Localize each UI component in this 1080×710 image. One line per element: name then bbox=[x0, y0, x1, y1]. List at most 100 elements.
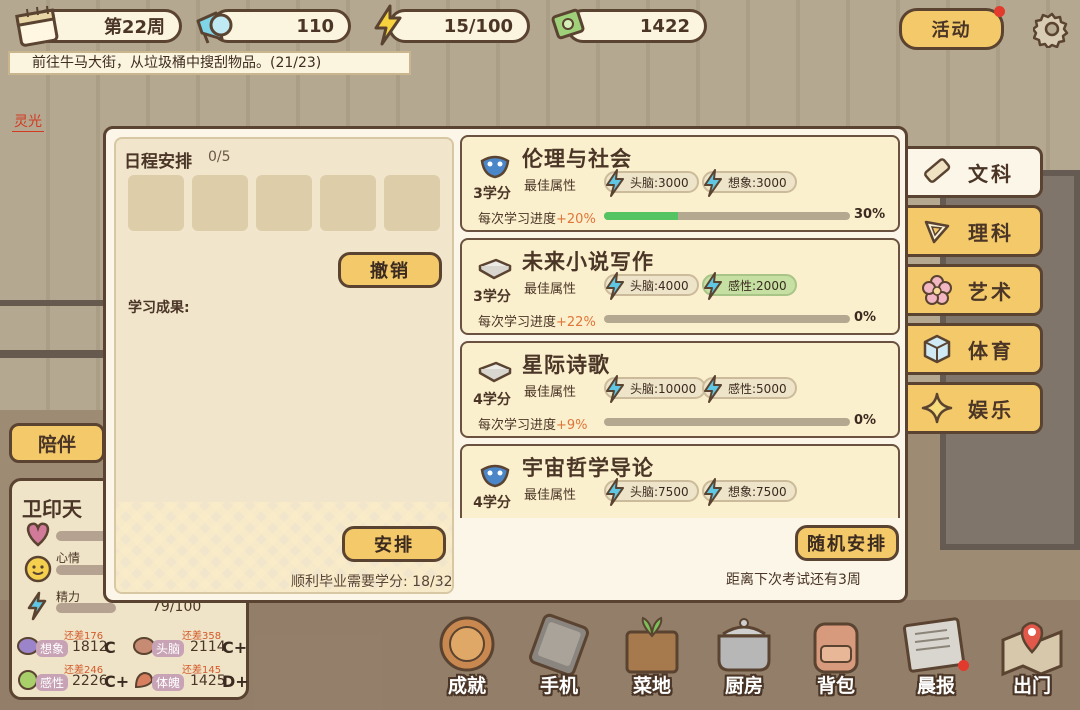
tab-art[interactable]: 艺术 bbox=[908, 264, 1043, 316]
activity-label: 活动 bbox=[931, 20, 972, 41]
undo-button[interactable]: 撤销 bbox=[338, 252, 442, 288]
course-card[interactable]: 3学分 未来小说写作 最佳属性 头脑:4000 感性:2000 每次学习进度+22% 0% bbox=[460, 238, 900, 335]
progress-gain: +22% bbox=[556, 315, 596, 330]
schedule-slot[interactable] bbox=[384, 175, 440, 231]
schedule-count: 0/5 bbox=[208, 149, 231, 165]
course-progress-value: 0% bbox=[854, 310, 877, 325]
lightning-icon bbox=[370, 3, 406, 47]
random-arrange-label: 随机安排 bbox=[807, 534, 887, 555]
lightning-icon bbox=[702, 272, 724, 303]
week-text: 第22周 bbox=[103, 17, 165, 38]
mood-label: 心情 bbox=[56, 551, 81, 565]
megaphone-icon bbox=[191, 4, 237, 48]
attribute-requirement-chip: 想象:3000 bbox=[702, 169, 797, 197]
attr-label: 体魄 bbox=[152, 674, 185, 691]
course-credit: 4学分 bbox=[473, 392, 511, 408]
nav-label: 成就 bbox=[447, 675, 486, 697]
lightning-icon bbox=[604, 272, 626, 303]
chip-text: 想象:7500 bbox=[728, 484, 787, 499]
nav-achievement[interactable]: 成就 bbox=[428, 610, 506, 702]
energy-bar bbox=[56, 603, 116, 613]
arrange-label: 安排 bbox=[374, 535, 414, 556]
attr-value: 2226 bbox=[72, 673, 108, 689]
gear-icon[interactable] bbox=[1031, 10, 1071, 50]
course-card[interactable]: 3学分 伦理与社会 最佳属性 头脑:3000 想象:3000 每次学习进度+20% 30% bbox=[460, 135, 900, 232]
chip-text: 头脑:7500 bbox=[630, 484, 689, 499]
lightning-icon bbox=[702, 375, 724, 406]
schedule-slot[interactable] bbox=[192, 175, 248, 231]
cash-icon bbox=[548, 6, 588, 44]
chip-text: 感性:2000 bbox=[728, 278, 787, 293]
map-pin-icon bbox=[1001, 621, 1063, 677]
inspiration-label[interactable]: 灵光 bbox=[12, 111, 44, 132]
attr-value: 1425 bbox=[190, 673, 226, 689]
character-name: 卫印天 bbox=[22, 497, 82, 521]
nav-backpack[interactable]: 背包 bbox=[797, 610, 875, 702]
chip-text: 头脑:10000 bbox=[630, 381, 697, 396]
book-icon bbox=[478, 361, 512, 383]
course-progress-value: 0% bbox=[854, 413, 877, 428]
nav-phone[interactable]: 手机 bbox=[520, 610, 598, 702]
heart-icon bbox=[24, 521, 52, 551]
progress-gain: +20% bbox=[556, 212, 596, 227]
schedule-slot[interactable] bbox=[128, 175, 184, 231]
undo-label: 撤销 bbox=[370, 261, 410, 282]
smile-icon bbox=[24, 555, 52, 587]
nav-label: 手机 bbox=[539, 675, 578, 697]
quest-tracker[interactable]: 前往牛马大街，从垃圾桶中搜刮物品。(21/23) bbox=[8, 51, 411, 75]
attribute-requirement-chip: 头脑:4000 bbox=[604, 272, 699, 300]
lightning-icon bbox=[604, 169, 626, 200]
next-exam-countdown: 距离下次考试还有3周 bbox=[726, 572, 861, 588]
attr-grade: C+ bbox=[222, 638, 248, 657]
nav-morning-news[interactable]: 晨报 bbox=[897, 610, 975, 702]
tab-sports[interactable]: 体育 bbox=[908, 323, 1043, 375]
pot-icon bbox=[717, 618, 771, 672]
course-card[interactable]: 4学分 星际诗歌 最佳属性 头脑:10000 感性:5000 每次学习进度+9% 0% bbox=[460, 341, 900, 438]
progress-gain: +9% bbox=[556, 418, 588, 433]
tab-entertainment[interactable]: 娱乐 bbox=[908, 382, 1043, 434]
nav-kitchen[interactable]: 厨房 bbox=[705, 610, 783, 702]
flower-icon bbox=[922, 275, 952, 305]
course-list[interactable]: 3学分 伦理与社会 最佳属性 头脑:3000 想象:3000 每次学习进度+20% 30% 3… bbox=[460, 135, 900, 518]
nav-go-out[interactable]: 出门 bbox=[993, 610, 1071, 702]
best-attribute-label: 最佳属性 bbox=[524, 488, 577, 503]
backpack-icon bbox=[813, 622, 859, 674]
star-icon bbox=[921, 392, 953, 424]
chip-text: 头脑:4000 bbox=[630, 278, 689, 293]
mask-icon bbox=[480, 464, 510, 488]
attr-label: 头脑 bbox=[152, 640, 185, 657]
accompany-button[interactable]: 陪伴 bbox=[9, 423, 105, 463]
progress-per-study: 每次学习进度+9% bbox=[478, 414, 588, 433]
attr-grade: D+ bbox=[222, 672, 249, 691]
nav-label: 菜地 bbox=[632, 675, 671, 697]
tab-label: 理科 bbox=[968, 220, 1014, 245]
arrange-button[interactable]: 安排 bbox=[342, 526, 446, 562]
nav-vegetable-garden[interactable]: 菜地 bbox=[613, 610, 691, 702]
course-name: 宇宙哲学导论 bbox=[522, 456, 654, 480]
activity-notification-dot bbox=[994, 6, 1005, 17]
quest-text: 前往牛马大街，从垃圾桶中搜刮物品。(21/23) bbox=[32, 55, 322, 71]
attr-label: 想象 bbox=[36, 640, 69, 657]
lightning-icon bbox=[604, 375, 626, 406]
schedule-slot[interactable] bbox=[320, 175, 376, 231]
best-attribute-label: 最佳属性 bbox=[524, 385, 577, 400]
tab-label: 艺术 bbox=[968, 279, 1014, 304]
random-arrange-button[interactable]: 随机安排 bbox=[795, 525, 899, 561]
attr-value: 1812 bbox=[72, 639, 108, 655]
chip-text: 感性:5000 bbox=[728, 381, 787, 396]
course-selection-dialog: 日程安排 0/5 撤销 学习成果: 安排 顺利毕业需要学分: 18/32 3学分… bbox=[103, 126, 908, 603]
course-card[interactable]: 4学分 宇宙哲学导论 最佳属性 头脑:7500 想象:7500 bbox=[460, 444, 900, 518]
lightning-icon bbox=[702, 478, 724, 509]
attribute-requirement-chip: 感性:2000 bbox=[702, 272, 797, 300]
tab-science[interactable]: 理科 bbox=[908, 205, 1043, 257]
tab-label: 文科 bbox=[968, 161, 1014, 186]
activity-button[interactable]: 活动 bbox=[899, 8, 1004, 50]
course-progress-bar bbox=[604, 315, 850, 323]
sprout-icon bbox=[625, 616, 679, 674]
chip-text: 头脑:3000 bbox=[630, 175, 689, 190]
schedule-slot[interactable] bbox=[256, 175, 312, 231]
progress-per-study: 每次学习进度+20% bbox=[478, 208, 596, 227]
best-attribute-label: 最佳属性 bbox=[524, 179, 577, 194]
nav-label: 厨房 bbox=[724, 675, 763, 697]
tab-liberal-arts[interactable]: 文科 bbox=[908, 146, 1043, 198]
